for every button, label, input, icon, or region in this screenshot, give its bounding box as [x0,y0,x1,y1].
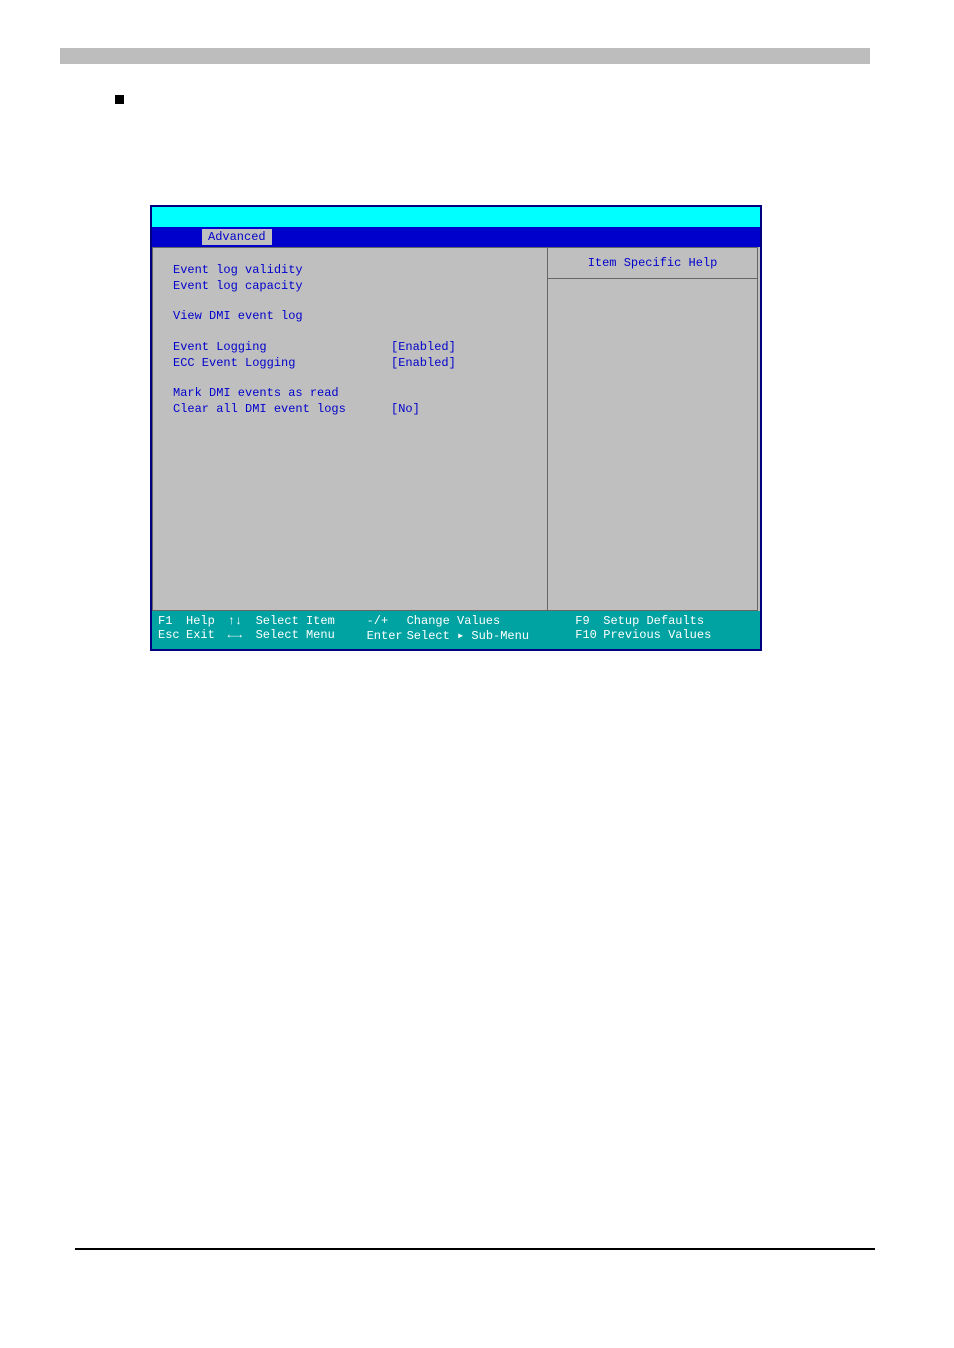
tab-advanced[interactable]: Advanced [202,229,272,245]
key-enter: Enter [367,629,407,643]
key-f10: F10 [575,628,603,642]
label-view-dmi-event-log: View DMI event log [173,308,391,324]
key-updown-icon: ↑↓ [228,614,256,628]
row-event-log-validity[interactable]: Event log validity [173,262,537,278]
label-mark-dmi-read: Mark DMI events as read [173,385,391,401]
lab-previous-values: Previous Values [603,628,711,642]
row-clear-dmi-logs[interactable]: Clear all DMI event logs [No] [173,401,537,417]
lab-select-menu: Select Menu [256,628,335,642]
key-esc: Esc [158,628,186,642]
label-clear-dmi-logs: Clear all DMI event logs [173,401,391,417]
frame-top-bar [152,207,760,227]
lab-select-item: Select Item [256,614,335,628]
key-leftright-icon: ←→ [228,628,256,642]
page-header-bar [60,48,870,64]
row-event-logging[interactable]: Event Logging [Enabled] [173,339,537,355]
label-ecc-event-logging: ECC Event Logging [173,355,391,371]
bullet-icon [115,95,124,104]
label-event-log-capacity: Event log capacity [173,278,391,294]
help-body [548,279,757,610]
help-title: Item Specific Help [548,248,757,279]
label-event-logging: Event Logging [173,339,391,355]
value-clear-dmi-logs[interactable]: [No] [391,401,420,417]
key-plusminus: -/+ [367,614,407,628]
lab-exit: Exit [186,628,215,642]
settings-pane: Event log validity Event log capacity Vi… [152,247,548,611]
key-f1: F1 [158,614,186,628]
page-footer-rule [75,1248,875,1250]
bios-window: Advanced Event log validity Event log ca… [150,205,762,651]
label-event-log-validity: Event log validity [173,262,391,278]
bios-body: Event log validity Event log capacity Vi… [152,247,760,611]
row-ecc-event-logging[interactable]: ECC Event Logging [Enabled] [173,355,537,371]
row-event-log-capacity[interactable]: Event log capacity [173,278,537,294]
row-view-dmi-event-log[interactable]: View DMI event log [173,308,537,324]
menu-tab-bar: Advanced [152,227,760,247]
lab-select-submenu: Select ▸ Sub-Menu [407,628,529,643]
row-mark-dmi-read[interactable]: Mark DMI events as read [173,385,537,401]
key-f9: F9 [575,614,603,628]
value-ecc-event-logging[interactable]: [Enabled] [391,355,456,371]
lab-change-values: Change Values [407,614,501,628]
lab-setup-defaults: Setup Defaults [603,614,704,628]
lab-help: Help [186,614,215,628]
help-pane: Item Specific Help [548,247,758,611]
key-legend: F1Help EscExit ↑↓Select Item ←→Select Me… [152,611,760,649]
value-event-logging[interactable]: [Enabled] [391,339,456,355]
